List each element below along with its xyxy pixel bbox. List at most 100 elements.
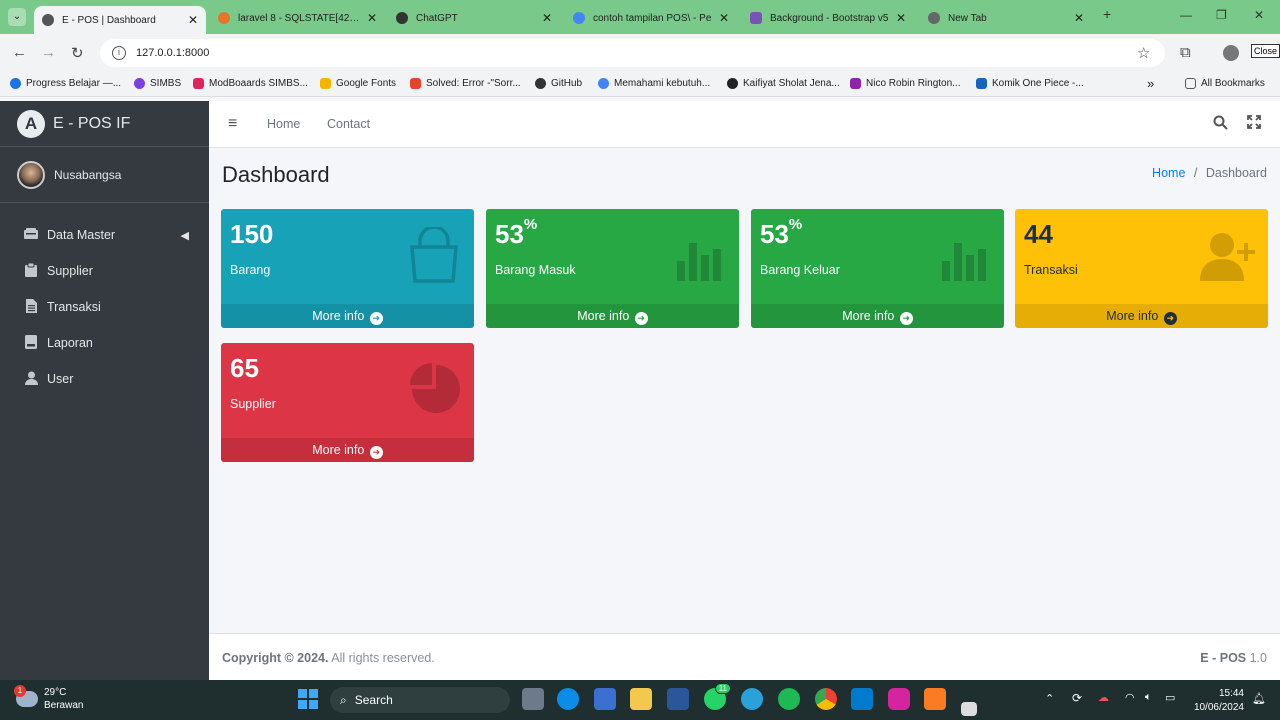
tab-close-icon[interactable]: ✕ — [896, 11, 906, 25]
sidebar-item-laporan[interactable]: Laporan — [0, 325, 209, 361]
weather-widget[interactable]: 1 29°C Berawan — [14, 685, 84, 712]
url-field[interactable]: i 127.0.0.1:8000 — [100, 39, 1165, 67]
maximize-button[interactable]: ❐ — [1216, 8, 1227, 22]
edge-icon[interactable] — [557, 688, 579, 710]
volume-icon[interactable]: 🔈︎ — [1145, 691, 1152, 704]
notification-bell-icon[interactable]: 🔔︎ — [1252, 692, 1266, 705]
store-icon[interactable] — [594, 688, 616, 710]
file-icon — [22, 298, 40, 316]
sidebar-item-transaksi[interactable]: Transaksi — [0, 289, 209, 325]
shopping-bag-icon — [410, 227, 458, 283]
taskbar-search[interactable]: ⌕ Search — [330, 687, 510, 713]
sidebar-item-data-master[interactable]: Data Master ◀ — [0, 217, 209, 253]
sidebar-item-label: Data Master — [47, 228, 116, 242]
more-info-link[interactable]: More info ➜ — [751, 304, 1004, 328]
weather-temp: 29°C — [44, 687, 67, 698]
tab-search-button[interactable]: ⌄ — [8, 8, 26, 26]
bookmark-item[interactable]: Nico Robin Rington... — [850, 78, 961, 89]
chevron-up-icon[interactable]: ⌃ — [1045, 692, 1054, 705]
extensions-icon[interactable]: ⧉ — [1180, 44, 1191, 61]
stackoverflow-favicon-icon — [218, 12, 230, 24]
tab-close-icon[interactable]: ✕ — [719, 11, 729, 25]
tab-close-icon[interactable]: ✕ — [188, 13, 198, 27]
breadcrumb-current: Dashboard — [1205, 166, 1267, 180]
weather-desc: Berawan — [44, 700, 84, 711]
tab-bootstrap[interactable]: Background - Bootstrap v5 ✕ — [742, 6, 914, 30]
all-bookmarks-folder[interactable]: All Bookmarks — [1185, 78, 1265, 89]
whatsapp-icon[interactable]: 11 — [704, 683, 731, 710]
file-explorer-icon[interactable] — [630, 688, 652, 710]
more-info-link[interactable]: More info ➜ — [486, 304, 739, 328]
snipping-tool-icon[interactable] — [961, 702, 977, 716]
hamburger-menu-icon[interactable]: ≡ — [228, 115, 237, 133]
bookmark-item[interactable]: SIMBS — [134, 78, 181, 89]
more-info-link[interactable]: More info ➜ — [221, 304, 474, 328]
box-label: Barang Masuk — [495, 263, 576, 277]
bookmark-item[interactable]: ModBoaards SIMBS... — [193, 78, 308, 89]
profile-avatar[interactable] — [1223, 45, 1239, 61]
telegram-icon[interactable] — [741, 688, 763, 710]
chrome-icon[interactable] — [815, 688, 837, 710]
vscode-icon[interactable] — [851, 688, 873, 710]
bookmark-item[interactable]: Google Fonts — [320, 78, 396, 89]
nav-link-contact[interactable]: Contact — [327, 117, 370, 131]
tab-chatgpt[interactable]: ChatGPT ✕ — [388, 6, 560, 30]
user-name[interactable]: Nusabangsa — [54, 168, 121, 182]
top-navbar: ≡ Home Contact — [209, 101, 1280, 148]
chatgpt-favicon-icon — [396, 12, 408, 24]
clock[interactable]: 15:44 10/06/2024 — [1194, 687, 1244, 715]
reload-icon[interactable]: ↻ — [71, 44, 84, 62]
site-info-icon[interactable]: i — [112, 46, 126, 60]
fullscreen-icon[interactable] — [1247, 115, 1261, 134]
bookmark-star-icon[interactable]: ☆ — [1137, 44, 1150, 62]
windows-start-icon[interactable] — [297, 688, 319, 710]
battery-icon[interactable]: ▭ — [1165, 691, 1175, 704]
bookmark-item[interactable]: Memahami kebutuh... — [598, 78, 710, 89]
tab-close-icon[interactable]: ✕ — [542, 11, 552, 25]
back-arrow-icon[interactable]: ← — [12, 44, 27, 61]
nav-link-home[interactable]: Home — [267, 117, 300, 131]
box-value: 150 — [230, 219, 274, 249]
sidebar-item-label: Supplier — [47, 264, 93, 278]
bookmark-item[interactable]: Progress Belajar —... — [10, 78, 121, 89]
tab-epos-dashboard[interactable]: E - POS | Dashboard ✕ — [34, 6, 206, 34]
sidebar: A E - POS IF Nusabangsa Data Master ◀ Su… — [0, 101, 209, 680]
user-panel[interactable]: Nusabangsa — [0, 147, 209, 203]
tab-contoh-pos[interactable]: contoh tampilan POS\ - Pe ✕ — [565, 6, 737, 30]
wifi-icon[interactable]: ◠ — [1125, 691, 1135, 704]
task-view-icon[interactable] — [522, 688, 544, 710]
address-bar: ← → ↻ i 127.0.0.1:8000 ☆ ⧉ Close — [0, 34, 1280, 72]
more-info-link[interactable]: More info ➜ — [221, 438, 474, 462]
tab-new-tab[interactable]: New Tab ✕ — [920, 6, 1092, 30]
word-icon[interactable] — [667, 688, 689, 710]
instagram-icon[interactable] — [888, 688, 910, 710]
database-icon — [22, 227, 40, 243]
bookmark-item[interactable]: Kaifiyat Sholat Jena... — [727, 78, 840, 89]
spotify-icon[interactable] — [778, 688, 800, 710]
tab-close-icon[interactable]: ✕ — [367, 11, 377, 25]
brand-link[interactable]: A E - POS IF — [0, 101, 209, 147]
breadcrumb-home-link[interactable]: Home — [1152, 166, 1185, 180]
close-window-button[interactable]: ✕ — [1254, 8, 1264, 22]
tab-title: Background - Bootstrap v5 — [770, 12, 889, 24]
xampp-icon[interactable] — [924, 688, 946, 710]
search-icon[interactable] — [1213, 115, 1228, 135]
new-tab-button[interactable]: + — [1103, 6, 1111, 22]
bookmark-item[interactable]: Solved: Error -"Sorr... — [410, 78, 521, 89]
more-bookmarks-icon[interactable]: » — [1147, 76, 1154, 91]
content-header: Dashboard Home / Dashboard — [209, 148, 1280, 208]
url-text: 127.0.0.1:8000 — [136, 47, 210, 59]
sidebar-item-user[interactable]: User — [0, 361, 209, 397]
pie-chart-icon — [410, 363, 460, 413]
sync-icon[interactable]: ⟳ — [1072, 691, 1082, 705]
tab-laravel[interactable]: laravel 8 - SQLSTATE[42S02 ✕ — [210, 6, 385, 30]
more-info-link[interactable]: More info ➜ — [1015, 304, 1268, 328]
tab-close-icon[interactable]: ✕ — [1074, 11, 1084, 25]
forward-arrow-icon[interactable]: → — [41, 44, 56, 61]
network-warning-icon[interactable]: ☁ — [1098, 691, 1109, 704]
bookmark-item[interactable]: GitHub — [535, 78, 582, 89]
minimize-button[interactable]: — — [1180, 8, 1192, 22]
page-footer: Copyright © 2024. All rights reserved. E… — [209, 633, 1280, 680]
bookmark-item[interactable]: Komik One Piece -... — [976, 78, 1084, 89]
sidebar-item-supplier[interactable]: Supplier — [0, 253, 209, 289]
